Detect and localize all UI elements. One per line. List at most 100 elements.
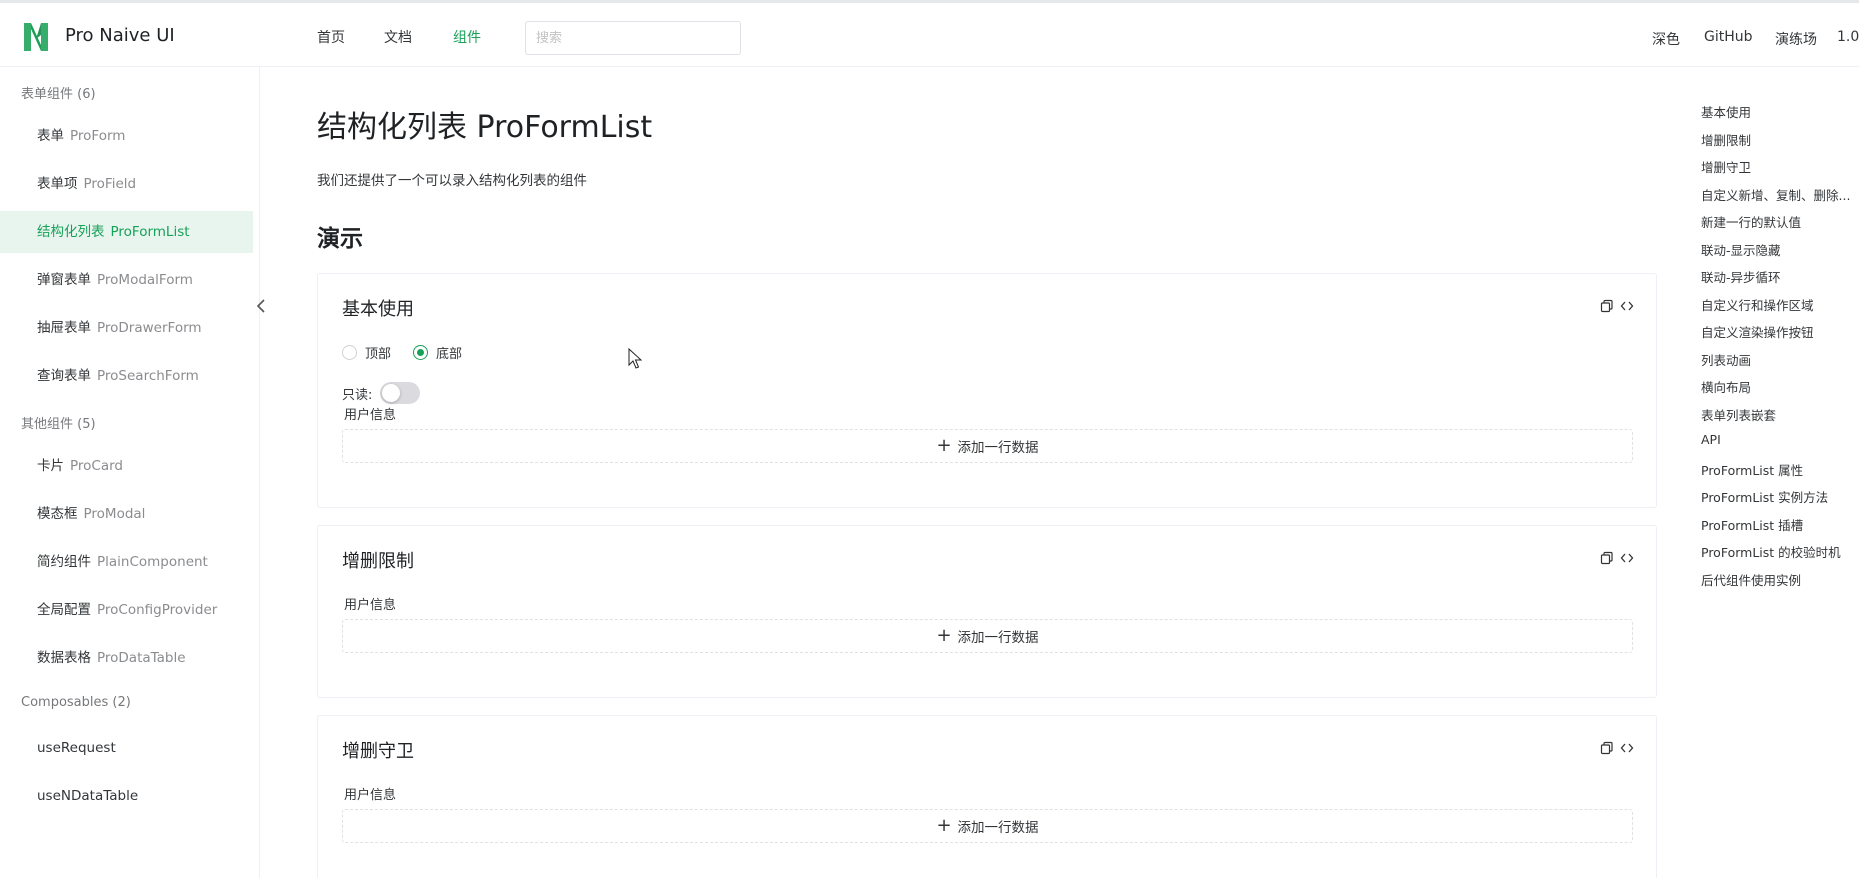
mouse-cursor-icon (628, 348, 642, 369)
sidebar-group-title: 表单组件 (6) (21, 87, 96, 102)
sidebar-item-sub: ProDataTable (97, 650, 186, 666)
readonly-label: 只读: (342, 387, 373, 403)
sidebar-group-title: Composables (2) (21, 695, 131, 710)
anchor-link[interactable]: 横向布局 (1701, 377, 1751, 396)
card-title: 增删守卫 (342, 741, 414, 762)
plus-icon: + (936, 815, 952, 836)
version-select[interactable]: 1.0. (1837, 29, 1859, 45)
radio-top-label[interactable]: 顶部 (365, 343, 391, 362)
anchor-link[interactable]: API (1701, 432, 1721, 447)
card-title: 增删限制 (342, 551, 414, 572)
sidebar-group-title: 其他组件 (5) (21, 417, 96, 432)
sidebar-item-label: 简约组件 (37, 554, 91, 570)
anchor-link[interactable]: ProFormList 插槽 (1701, 515, 1803, 534)
anchor-link[interactable]: ProFormList 实例方法 (1701, 487, 1828, 506)
sidebar-item-sub: ProFormList (110, 224, 190, 240)
sidebar-item-profield[interactable]: 表单项 ProField (0, 163, 253, 205)
sidebar: 表单组件 (6) 表单 ProForm 表单项 ProField 结构化列表 ProF… (0, 67, 260, 878)
page-title: 结构化列表 ProFormList (317, 110, 653, 145)
nav-components[interactable]: 组件 (453, 27, 481, 47)
brand-title[interactable]: Pro Naive UI (65, 25, 175, 46)
nav-docs[interactable]: 文档 (384, 27, 412, 47)
theme-toggle[interactable]: 深色 (1652, 29, 1680, 49)
anchor-link[interactable]: ProFormList 属性 (1701, 460, 1803, 479)
sidebar-item-userequest[interactable]: useRequest (0, 727, 253, 769)
sidebar-item-plaincomponent[interactable]: 简约组件 PlainComponent (0, 541, 253, 583)
anchor-link[interactable]: 后代组件使用实例 (1701, 570, 1801, 589)
sidebar-item-proform[interactable]: 表单 ProForm (0, 115, 253, 157)
anchor-link[interactable]: 联动-异步循环 (1701, 267, 1781, 286)
playground-link[interactable]: 演练场 (1775, 29, 1817, 49)
section-title-demo: 演示 (317, 226, 363, 252)
sidebar-item-label: 数据表格 (37, 650, 91, 666)
page-description: 我们还提供了一个可以录入结构化列表的组件 (317, 173, 587, 189)
plus-icon: + (936, 435, 952, 456)
radio-bottom[interactable] (413, 345, 429, 360)
sidebar-item-promodal[interactable]: 模态框 ProModal (0, 493, 253, 535)
sidebar-item-sub: ProCard (70, 458, 123, 474)
anchor-link[interactable]: 列表动画 (1701, 350, 1751, 369)
copy-icon[interactable] (1600, 551, 1614, 565)
anchor-link[interactable]: 新建一行的默认值 (1701, 212, 1801, 231)
add-row-button[interactable]: + 添加一行数据 (342, 429, 1633, 463)
sidebar-item-proformlist[interactable]: 结构化列表 ProFormList (0, 211, 253, 253)
field-label-user-info: 用户信息 (344, 788, 397, 803)
sidebar-item-prosearchform[interactable]: 查询表单 ProSearchForm (0, 355, 253, 397)
anchor-link[interactable]: 自定义行和操作区域 (1701, 295, 1814, 314)
sidebar-item-sub: PlainComponent (97, 554, 208, 570)
radio-top[interactable] (342, 345, 357, 360)
card-title: 基本使用 (342, 299, 414, 320)
sidebar-item-prodatatable[interactable]: 数据表格 ProDataTable (0, 637, 253, 679)
github-link[interactable]: GitHub (1704, 29, 1753, 45)
add-row-button[interactable]: + 添加一行数据 (342, 809, 1633, 843)
sidebar-item-prodrawerform[interactable]: 抽屉表单 ProDrawerForm (0, 307, 253, 349)
nav-home[interactable]: 首页 (317, 27, 345, 47)
sidebar-item-label: 查询表单 (37, 368, 91, 384)
copy-icon[interactable] (1600, 741, 1614, 755)
sidebar-item-promodalform[interactable]: 弹窗表单 ProModalForm (0, 259, 253, 301)
demo-card-basic: 基本使用 顶部 底部 只读: 用户信息 + 添加一行数据 (317, 273, 1657, 508)
radio-bottom-label[interactable]: 底部 (436, 343, 462, 362)
collapse-sidebar-icon[interactable] (254, 297, 268, 315)
card-tools (1600, 741, 1634, 755)
anchor-link[interactable]: 增删限制 (1701, 130, 1751, 149)
code-icon[interactable] (1620, 741, 1634, 755)
anchor-link[interactable]: 增删守卫 (1701, 157, 1751, 176)
demo-card-limit: 增删限制 用户信息 + 添加一行数据 (317, 525, 1657, 698)
card-tools (1600, 299, 1634, 313)
sidebar-item-label: 表单 (37, 128, 64, 144)
sidebar-item-label: 抽屉表单 (37, 320, 91, 336)
code-icon[interactable] (1620, 299, 1634, 313)
add-row-button[interactable]: + 添加一行数据 (342, 619, 1633, 653)
sidebar-item-label: useNDataTable (37, 788, 139, 804)
sidebar-item-sub: ProDrawerForm (97, 320, 202, 336)
anchor-link[interactable]: 自定义新增、复制、删除... (1701, 185, 1850, 204)
field-label-user-info: 用户信息 (344, 598, 397, 613)
anchor-link[interactable]: 基本使用 (1701, 102, 1751, 121)
sidebar-item-procard[interactable]: 卡片 ProCard (0, 445, 253, 487)
sidebar-item-sub: ProSearchForm (97, 368, 199, 384)
plus-icon: + (936, 625, 952, 646)
readonly-switch[interactable] (380, 382, 421, 404)
anchor-link[interactable]: 联动-显示隐藏 (1701, 240, 1781, 259)
sidebar-item-sub: ProForm (70, 128, 126, 144)
anchor-link[interactable]: 自定义渲染操作按钮 (1701, 322, 1814, 341)
sidebar-item-label: 卡片 (37, 458, 64, 474)
readonly-row: 只读: (342, 382, 421, 404)
add-row-label: 添加一行数据 (957, 820, 1039, 836)
sidebar-item-usendatatable[interactable]: useNDataTable (0, 775, 253, 817)
search-input[interactable] (525, 21, 741, 55)
code-icon[interactable] (1620, 551, 1634, 565)
top-header: Pro Naive UI 首页 文档 组件 深色 GitHub 演练场 1.0. (0, 0, 1859, 67)
naive-logo-icon[interactable] (22, 21, 50, 53)
sidebar-item-proconfigprovider[interactable]: 全局配置 ProConfigProvider (0, 589, 253, 631)
copy-icon[interactable] (1600, 299, 1614, 313)
card-tools (1600, 551, 1634, 565)
sidebar-item-label: 模态框 (37, 506, 78, 522)
anchor-link[interactable]: ProFormList 的校验时机 (1701, 542, 1841, 561)
demo-card-guard: 增删守卫 用户信息 + 添加一行数据 (317, 715, 1657, 878)
sidebar-item-sub: ProField (83, 176, 137, 192)
sidebar-item-sub: ProModal (83, 506, 146, 522)
anchor-link[interactable]: 表单列表嵌套 (1701, 405, 1776, 424)
sidebar-item-label: 结构化列表 (37, 224, 105, 240)
